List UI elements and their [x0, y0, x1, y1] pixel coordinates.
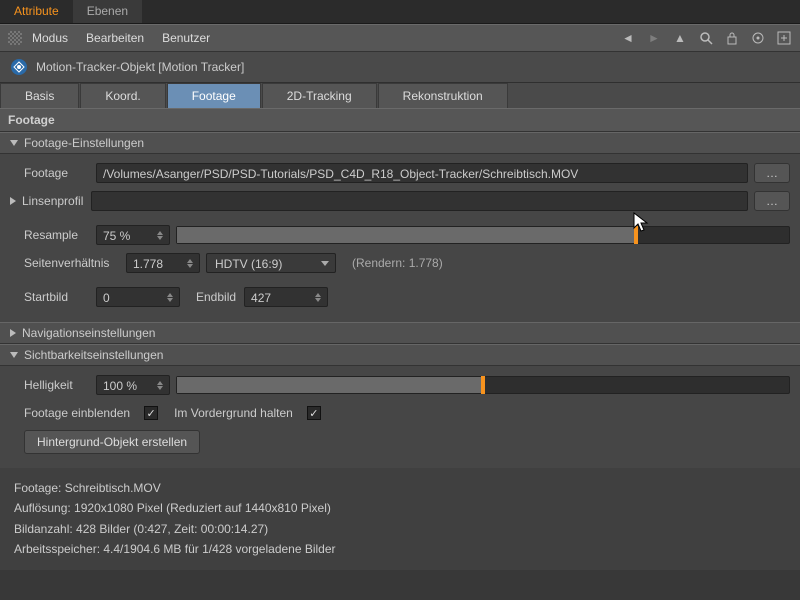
- object-title: Motion-Tracker-Objekt [Motion Tracker]: [36, 60, 244, 74]
- startframe-input[interactable]: 0: [96, 287, 180, 307]
- endframe-value: 427: [251, 291, 271, 305]
- brightness-input[interactable]: 100 %: [96, 375, 170, 395]
- new-panel-icon[interactable]: [776, 30, 792, 46]
- target-icon[interactable]: [750, 30, 766, 46]
- object-header: Motion-Tracker-Objekt [Motion Tracker]: [0, 52, 800, 83]
- tab-attribute[interactable]: Attribute: [0, 0, 73, 23]
- search-icon[interactable]: [698, 30, 714, 46]
- foreground-label: Im Vordergrund halten: [174, 406, 293, 420]
- spinner-icon[interactable]: [157, 377, 167, 393]
- endframe-label: Endbild: [196, 290, 236, 304]
- footage-info-panel: Footage: Schreibtisch.MOV Auflösung: 192…: [0, 468, 800, 570]
- resample-slider[interactable]: [176, 226, 790, 244]
- group-footage-settings[interactable]: Footage-Einstellungen: [0, 132, 800, 154]
- tab-2d-tracking[interactable]: 2D-Tracking: [262, 83, 377, 108]
- spinner-icon[interactable]: [187, 255, 197, 271]
- tab-ebenen[interactable]: Ebenen: [73, 0, 142, 23]
- footage-path-input[interactable]: /Volumes/Asanger/PSD/PSD-Tutorials/PSD_C…: [96, 163, 748, 183]
- resample-value: 75 %: [103, 229, 130, 243]
- brightness-value: 100 %: [103, 379, 137, 393]
- render-aspect-label: (Rendern: 1.778): [352, 256, 443, 270]
- info-footage: Footage: Schreibtisch.MOV: [14, 478, 786, 498]
- chevron-down-icon: [10, 140, 18, 146]
- group-label: Footage-Einstellungen: [24, 136, 144, 150]
- aspect-input[interactable]: 1.778: [126, 253, 200, 273]
- top-tabs: Attribute Ebenen: [0, 0, 800, 24]
- chevron-down-icon: [10, 352, 18, 358]
- brightness-slider[interactable]: [176, 376, 790, 394]
- lens-browse-button[interactable]: …: [754, 191, 790, 211]
- nav-forward-icon[interactable]: ►: [646, 30, 662, 46]
- footage-browse-button[interactable]: …: [754, 163, 790, 183]
- aspect-value: 1.778: [133, 257, 163, 271]
- startframe-label: Startbild: [24, 290, 88, 304]
- foreground-checkbox[interactable]: [307, 406, 321, 420]
- aspect-label: Seitenverhältnis: [24, 256, 118, 270]
- nav-back-icon[interactable]: ◄: [620, 30, 636, 46]
- show-footage-checkbox[interactable]: [144, 406, 158, 420]
- group-visibility-settings[interactable]: Sichtbarkeitseinstellungen: [0, 344, 800, 366]
- spinner-icon[interactable]: [167, 289, 177, 305]
- chevron-right-icon: [10, 329, 16, 337]
- slider-handle[interactable]: [634, 226, 638, 244]
- slider-handle[interactable]: [481, 376, 485, 394]
- create-background-button[interactable]: Hintergrund-Objekt erstellen: [24, 430, 200, 454]
- tab-footage[interactable]: Footage: [167, 83, 261, 108]
- menu-benutzer[interactable]: Benutzer: [162, 31, 210, 45]
- chevron-right-icon[interactable]: [10, 197, 16, 205]
- footage-settings-panel: Footage /Volumes/Asanger/PSD/PSD-Tutoria…: [0, 154, 800, 322]
- menu-bearbeiten[interactable]: Bearbeiten: [86, 31, 144, 45]
- lens-profile-input[interactable]: [91, 191, 748, 211]
- group-label: Navigationseinstellungen: [22, 326, 155, 340]
- visibility-settings-panel: Helligkeit 100 % Footage einblenden Im V…: [0, 366, 800, 468]
- spinner-icon[interactable]: [315, 289, 325, 305]
- nav-up-icon[interactable]: ▲: [672, 30, 688, 46]
- info-framecount: Bildanzahl: 428 Bilder (0:427, Zeit: 00:…: [14, 519, 786, 539]
- tab-rekonstruktion[interactable]: Rekonstruktion: [378, 83, 508, 108]
- slider-fill: [177, 377, 483, 393]
- group-navigation-settings[interactable]: Navigationseinstellungen: [0, 322, 800, 344]
- attribute-tabs: Basis Koord. Footage 2D-Tracking Rekonst…: [0, 83, 800, 108]
- startframe-value: 0: [103, 291, 110, 305]
- resample-input[interactable]: 75 %: [96, 225, 170, 245]
- info-resolution: Auflösung: 1920x1080 Pixel (Reduziert au…: [14, 498, 786, 518]
- aspect-preset-dropdown[interactable]: HDTV (16:9): [206, 253, 336, 273]
- resample-label: Resample: [24, 228, 88, 242]
- slider-fill: [177, 227, 636, 243]
- spinner-icon[interactable]: [157, 227, 167, 243]
- menu-modus[interactable]: Modus: [32, 31, 68, 45]
- lens-label: Linsenprofil: [22, 194, 83, 208]
- group-label: Sichtbarkeitseinstellungen: [24, 348, 163, 362]
- footage-label: Footage: [24, 166, 88, 180]
- info-memory: Arbeitsspeicher: 4.4/1904.6 MB für 1/428…: [14, 539, 786, 559]
- drag-grip-icon[interactable]: [8, 31, 22, 45]
- section-footage: Footage: [0, 108, 800, 132]
- endframe-input[interactable]: 427: [244, 287, 328, 307]
- lock-icon[interactable]: [724, 30, 740, 46]
- show-footage-label: Footage einblenden: [24, 406, 130, 420]
- brightness-label: Helligkeit: [24, 378, 88, 392]
- tab-koord[interactable]: Koord.: [80, 83, 165, 108]
- tab-basis[interactable]: Basis: [0, 83, 79, 108]
- motion-tracker-icon: [10, 58, 28, 76]
- menubar: Modus Bearbeiten Benutzer ◄ ► ▲: [0, 24, 800, 52]
